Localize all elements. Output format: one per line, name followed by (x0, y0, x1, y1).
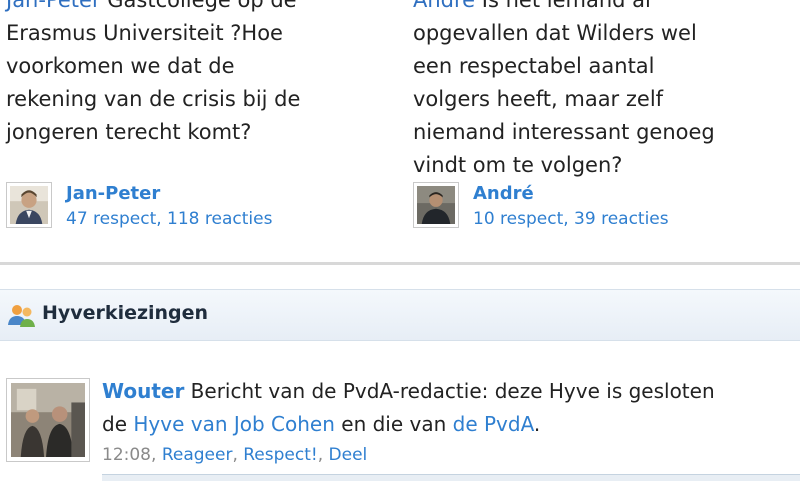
question-line: volgers heeft, maar zelf (413, 87, 664, 111)
avatar[interactable] (413, 182, 459, 228)
post-text: en die van (334, 412, 453, 436)
question-line: een respectabel aantal (413, 54, 655, 78)
question-card-andre: André Is het iemand al opgevallen dat Wi… (413, 0, 715, 182)
post-text: de (102, 412, 134, 436)
question-line: voorkomen we dat de (6, 54, 235, 78)
avatar-image (417, 186, 455, 224)
pvda-link[interactable]: de PvdA (453, 412, 534, 436)
avatar[interactable] (6, 182, 52, 228)
question-line: vindt om te volgen? (413, 153, 623, 177)
post-line-1: Wouter Bericht van de PvdA-redactie: dez… (102, 375, 715, 408)
question-line: Erasmus Universiteit ?Hoe (6, 21, 283, 45)
post-line-2: de Hyve van Job Cohen en die van de PvdA… (102, 408, 715, 441)
question-card-jan-peter: Jan-Peter Gastcollege op de Erasmus Univ… (6, 0, 300, 149)
share-link[interactable]: Deel (329, 445, 368, 465)
question-author-link[interactable]: André (413, 0, 475, 12)
reply-link[interactable]: Reageer (162, 445, 233, 465)
post-time: 12:08 (102, 445, 151, 465)
author-name-link[interactable]: Jan-Peter (66, 183, 160, 204)
question-line: opgevallen dat Wilders wel (413, 21, 697, 45)
question-line: André Is het iemand al (413, 0, 715, 17)
post-author-link[interactable]: Wouter (102, 379, 184, 403)
avatar-image (10, 186, 48, 224)
hyve-job-cohen-link[interactable]: Hyve van Job Cohen (133, 412, 335, 436)
respect-link[interactable]: Respect! (243, 445, 317, 465)
post-meta: 12:08, Reageer, Respect!, Deel (102, 445, 368, 465)
section-divider (0, 262, 800, 265)
post-text: . (533, 412, 541, 436)
people-icon (8, 305, 35, 327)
author-stats-link[interactable]: 10 respect, 39 reacties (473, 209, 669, 229)
question-author-link[interactable]: Jan-Peter (6, 0, 101, 12)
question-line: jongeren terecht komt? (6, 120, 252, 144)
post-body: Wouter Bericht van de PvdA-redactie: dez… (102, 375, 715, 441)
question-line: Jan-Peter Gastcollege op de (6, 0, 300, 17)
question-line: niemand interessant genoeg (413, 120, 715, 144)
author-stats-link[interactable]: 47 respect, 118 reacties (66, 209, 272, 229)
section-title: Hyverkiezingen (42, 302, 209, 324)
section-header: Hyverkiezingen (0, 289, 800, 341)
post-text: Bericht van de PvdA-redactie: deze Hyve … (184, 379, 715, 403)
question-line: rekening van de crisis bij de (6, 87, 301, 111)
author-name-link[interactable]: André (473, 183, 534, 204)
avatar-image (11, 383, 85, 457)
avatar[interactable] (6, 378, 90, 462)
